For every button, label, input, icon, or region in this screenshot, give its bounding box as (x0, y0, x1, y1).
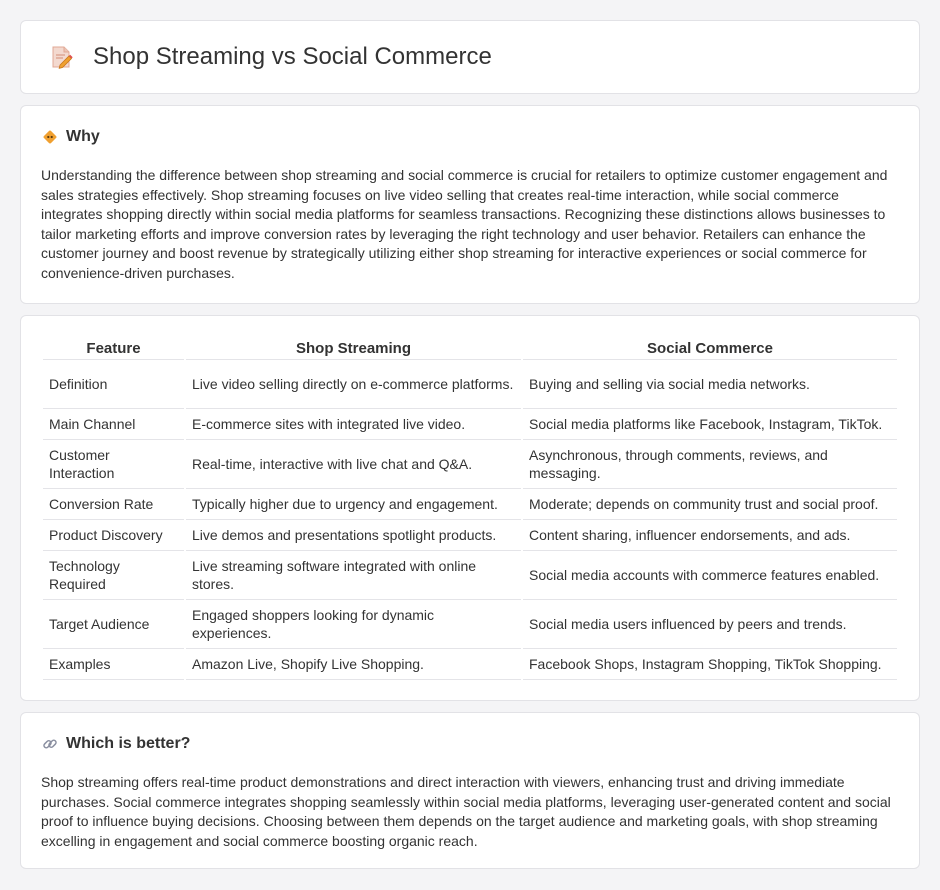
why-text: Understanding the difference between sho… (41, 167, 888, 281)
table-cell-shop-streaming: Live video selling directly on e-commerc… (186, 360, 521, 409)
table-row: Conversion Rate Typically higher due to … (43, 489, 897, 520)
which-is-better-text: Shop streaming offers real-time product … (41, 774, 891, 849)
table-header-shop-streaming: Shop Streaming (186, 336, 521, 360)
comparison-table-card: Feature Shop Streaming Social Commerce D… (20, 315, 920, 701)
table-cell-feature: Product Discovery (43, 520, 184, 551)
table-cell-social-commerce: Facebook Shops, Instagram Shopping, TikT… (523, 649, 897, 680)
table-cell-social-commerce: Social media accounts with commerce feat… (523, 551, 897, 600)
table-cell-feature: Target Audience (43, 600, 184, 649)
table-header-social-commerce: Social Commerce (523, 336, 897, 360)
table-cell-shop-streaming: Engaged shoppers looking for dynamic exp… (186, 600, 521, 649)
table-row: Main Channel E-commerce sites with integ… (43, 409, 897, 440)
table-cell-social-commerce: Social media users influenced by peers a… (523, 600, 897, 649)
page-title: Shop Streaming vs Social Commerce (93, 43, 492, 70)
which-is-better-section: Which is better? Shop streaming offers r… (20, 712, 920, 869)
table-cell-social-commerce: Social media platforms like Facebook, In… (523, 409, 897, 440)
comparison-table: Feature Shop Streaming Social Commerce D… (41, 336, 899, 680)
table-row: Definition Live video selling directly o… (43, 360, 897, 409)
page: Shop Streaming vs Social Commerce Why Un… (0, 0, 940, 869)
table-cell-social-commerce: Content sharing, influencer endorsements… (523, 520, 897, 551)
table-row: Customer Interaction Real-time, interact… (43, 440, 897, 489)
table-cell-feature: Conversion Rate (43, 489, 184, 520)
link-icon (41, 735, 59, 753)
table-cell-feature: Customer Interaction (43, 440, 184, 489)
table-cell-social-commerce: Buying and selling via social media netw… (523, 360, 897, 409)
table-header-feature: Feature (43, 336, 184, 360)
table-cell-feature: Main Channel (43, 409, 184, 440)
table-cell-shop-streaming: Real-time, interactive with live chat an… (186, 440, 521, 489)
table-row: Technology Required Live streaming softw… (43, 551, 897, 600)
table-cell-feature: Examples (43, 649, 184, 680)
diamond-warning-icon (41, 128, 59, 146)
table-cell-feature: Definition (43, 360, 184, 409)
table-cell-shop-streaming: Amazon Live, Shopify Live Shopping. (186, 649, 521, 680)
table-row: Target Audience Engaged shoppers looking… (43, 600, 897, 649)
table-row: Product Discovery Live demos and present… (43, 520, 897, 551)
table-cell-shop-streaming: Live streaming software integrated with … (186, 551, 521, 600)
why-title: Why (66, 128, 100, 145)
title-card: Shop Streaming vs Social Commerce (20, 20, 920, 94)
which-is-better-header: Which is better? (41, 735, 899, 753)
table-cell-social-commerce: Moderate; depends on community trust and… (523, 489, 897, 520)
why-header: Why (41, 128, 899, 146)
table-header-row: Feature Shop Streaming Social Commerce (43, 336, 897, 360)
table-row: Examples Amazon Live, Shopify Live Shopp… (43, 649, 897, 680)
document-pencil-icon (47, 43, 75, 71)
table-cell-shop-streaming: E-commerce sites with integrated live vi… (186, 409, 521, 440)
table-cell-feature: Technology Required (43, 551, 184, 600)
why-section: Why Understanding the difference between… (20, 105, 920, 304)
table-cell-shop-streaming: Typically higher due to urgency and enga… (186, 489, 521, 520)
table-cell-social-commerce: Asynchronous, through comments, reviews,… (523, 440, 897, 489)
which-is-better-title: Which is better? (66, 735, 191, 752)
table-cell-shop-streaming: Live demos and presentations spotlight p… (186, 520, 521, 551)
